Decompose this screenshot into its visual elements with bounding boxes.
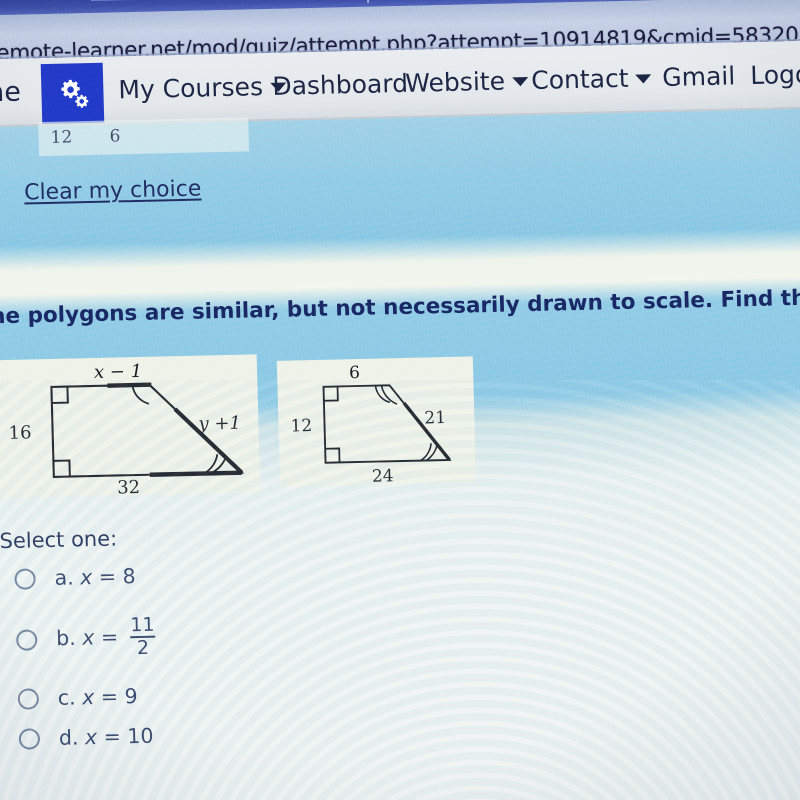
screen-photo: 2.remote-learner.net/mod/quiz/attempt.ph… — [0, 0, 800, 800]
option-b-variable: x — [81, 625, 95, 650]
option-c-letter: c. — [57, 685, 76, 710]
label-slant-21: 21 — [424, 408, 446, 428]
question-text-part1: The polygons are similar, but not necess… — [0, 283, 800, 330]
option-d-value: 10 — [127, 723, 154, 749]
trapezoid-large-drawing: x − 1 16 y +1 32 — [8, 361, 245, 498]
trapezoid-small-drawing: 6 12 21 24 — [290, 363, 452, 487]
radio-option-b[interactable] — [15, 629, 38, 651]
answer-option-a[interactable]: a. x = 8 — [14, 564, 136, 591]
chevron-down-icon — [635, 74, 652, 84]
figure-trapezoid-small: 6 12 21 24 — [276, 356, 477, 487]
label-left-12: 12 — [290, 416, 312, 436]
right-angle-mark-top-left — [323, 386, 339, 402]
option-d-variable: x — [84, 725, 98, 750]
label-left-16: 16 — [8, 422, 31, 444]
previous-figure-remnant-left: 12 — [50, 127, 73, 148]
browser-tab[interactable] — [90, 0, 391, 1]
tab-separator — [366, 0, 370, 3]
label-slant-y-plus-1: y +1 — [197, 413, 241, 435]
previous-figure-remnant-right: 6 — [109, 126, 121, 147]
bottom-edge-highlight — [149, 470, 242, 477]
nav-item-dashboard[interactable]: Dashboard — [272, 69, 408, 101]
option-b-fraction-numerator: 11 — [130, 613, 155, 637]
nav-item-contact[interactable]: Contact — [531, 63, 652, 95]
option-c-value: 9 — [124, 684, 138, 709]
nav-item-dashboard-label: Dashboard — [271, 68, 409, 101]
radio-option-d[interactable] — [18, 727, 41, 750]
nav-item-gmail-label: Gmail — [661, 61, 736, 93]
option-a-equals: = — [98, 564, 117, 589]
question-text: The polygons are similar, but not necess… — [0, 282, 800, 330]
option-d-equals: = — [103, 724, 122, 749]
answer-option-a-label: a. x = 8 — [54, 564, 136, 590]
label-bottom-24: 24 — [372, 466, 394, 486]
nav-item-my-courses-label: My Courses — [118, 72, 264, 105]
site-logo-cogs-icon[interactable] — [40, 62, 105, 125]
option-c-variable: x — [81, 685, 95, 710]
label-top-x-minus-1: x − 1 — [94, 361, 143, 383]
radio-option-a[interactable] — [14, 567, 36, 590]
option-b-fraction: 11 2 — [130, 613, 156, 659]
option-b-equals: = — [100, 624, 119, 650]
radio-option-c[interactable] — [17, 687, 40, 710]
nav-item-gmail[interactable]: Gmail — [662, 61, 736, 92]
option-c-equals: = — [100, 684, 119, 709]
top-edge-highlight — [107, 382, 152, 388]
label-bottom-32: 32 — [117, 477, 140, 498]
answer-option-c-label: c. x = 9 — [57, 684, 137, 710]
answer-option-b-label: b. x = 11 2 — [55, 613, 156, 661]
answer-option-d[interactable]: d. x = 10 — [18, 724, 154, 751]
nav-item-logout-label: Logou — [749, 59, 800, 91]
option-a-letter: a. — [54, 565, 74, 590]
nav-item-home[interactable]: ome — [0, 77, 21, 109]
nav-item-website-label: Website — [404, 66, 506, 98]
answer-option-d-label: d. x = 10 — [59, 724, 154, 750]
chevron-down-icon — [511, 77, 529, 87]
right-angle-mark-top-left — [51, 386, 69, 404]
option-a-variable: x — [79, 565, 93, 590]
answer-option-b[interactable]: b. x = 11 2 — [15, 613, 156, 662]
nav-item-my-courses[interactable]: My Courses — [118, 72, 287, 105]
option-d-letter: d. — [58, 725, 79, 750]
cogs-icon — [61, 79, 89, 108]
figure-trapezoid-large: x − 1 16 y +1 32 — [0, 354, 261, 499]
angle-arc-top-right — [131, 384, 150, 405]
right-angle-mark-bottom-left — [53, 459, 71, 477]
option-b-letter: b. — [55, 625, 77, 651]
nav-item-website[interactable]: Website — [404, 66, 529, 98]
quiz-page-body: 12 6 Clear my choice The polygons are si… — [0, 108, 800, 800]
option-a-value: 8 — [122, 564, 136, 589]
nav-item-contact-label: Contact — [530, 63, 629, 95]
right-angle-mark-bottom-left — [325, 447, 341, 463]
answer-option-c[interactable]: c. x = 9 — [17, 684, 138, 711]
option-b-fraction-denominator: 2 — [130, 636, 156, 659]
clear-my-choice-link[interactable]: Clear my choice — [24, 177, 202, 206]
select-one-label: Select one: — [0, 526, 118, 554]
nav-item-logout[interactable]: Logou — [750, 59, 800, 90]
label-top-6: 6 — [349, 363, 360, 383]
